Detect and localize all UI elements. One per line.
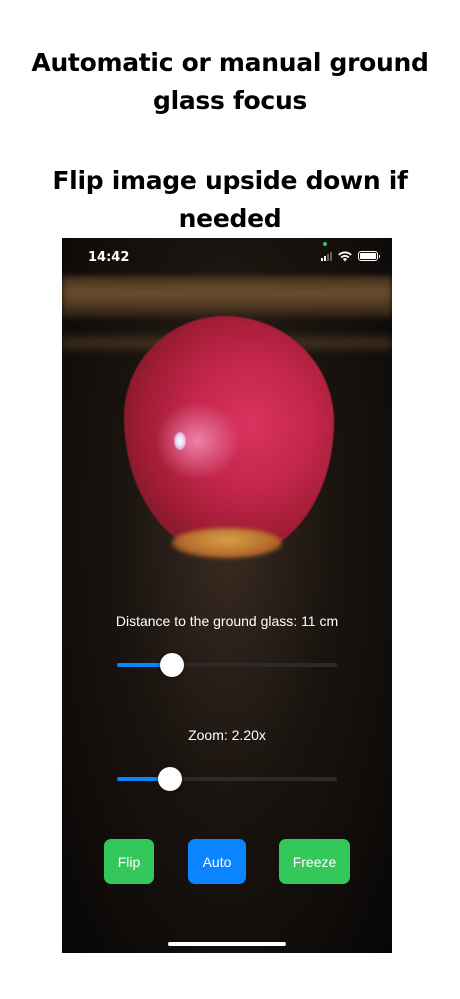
battery-icon xyxy=(358,251,380,261)
headline-autofocus: Automatic or manual ground glass focus xyxy=(31,48,429,115)
signal-icon xyxy=(321,251,332,261)
camera-preview-background xyxy=(62,276,392,318)
status-time: 14:42 xyxy=(88,250,130,265)
home-indicator[interactable] xyxy=(168,942,286,946)
auto-button[interactable]: Auto xyxy=(188,839,246,884)
zoom-slider[interactable] xyxy=(117,767,337,791)
status-icons xyxy=(321,250,380,262)
freeze-button[interactable]: Freeze xyxy=(279,839,350,884)
wifi-icon xyxy=(338,251,352,262)
distance-label: Distance to the ground glass: 11 cm xyxy=(115,613,339,629)
distance-slider-thumb[interactable] xyxy=(160,653,184,677)
camera-preview-apple xyxy=(124,316,334,556)
camera-preview-highlight xyxy=(174,432,186,450)
headline-flip: Flip image upside down if needed xyxy=(52,166,408,233)
flip-button[interactable]: Flip xyxy=(104,839,154,884)
zoom-label: Zoom: 2.20x xyxy=(188,727,266,743)
phone-screen: 14:42 Distance to the ground glass: 11 c… xyxy=(62,238,392,953)
zoom-slider-thumb[interactable] xyxy=(157,767,182,791)
distance-slider[interactable] xyxy=(117,653,337,677)
camera-preview-apple-base xyxy=(172,528,282,558)
camera-in-use-indicator xyxy=(323,242,327,246)
